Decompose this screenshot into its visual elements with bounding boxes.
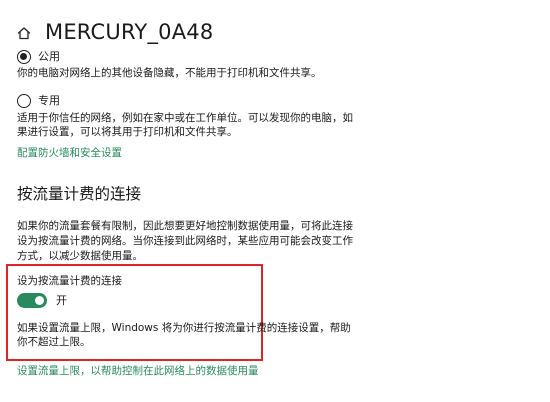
metered-toggle-description-line2: 你不超过上限。 [17,336,91,348]
firewall-settings-link[interactable]: 配置防火墙和安全设置 [17,146,122,160]
toggle-knob [35,296,44,305]
metered-connection-heading: 按流量计费的连接 [17,185,142,203]
private-network-radio[interactable] [17,94,31,108]
page-title: MERCURY_0A48 [45,20,214,44]
metered-connection-toggle[interactable] [17,293,47,308]
toggle-state-text: 开 [56,294,67,307]
public-network-radio[interactable] [17,50,31,64]
set-data-limit-link[interactable]: 设置流量上限，以帮助控制在此网络上的数据使用量 [17,364,259,378]
metered-toggle-label: 设为按流量计费的连接 [17,275,122,287]
public-network-description: 你的电脑对网络上的其他设备隐藏，不能用于打印机和文件共享。 [17,67,322,79]
metered-description-line3: 方式，以减少数据使用量。 [17,250,143,262]
private-network-description-line2: 果进行设置，可以将其用于打印机和文件共享。 [17,126,238,138]
private-network-label[interactable]: 专用 [38,94,60,108]
home-icon[interactable] [17,25,31,40]
public-network-label[interactable]: 公用 [38,50,60,64]
